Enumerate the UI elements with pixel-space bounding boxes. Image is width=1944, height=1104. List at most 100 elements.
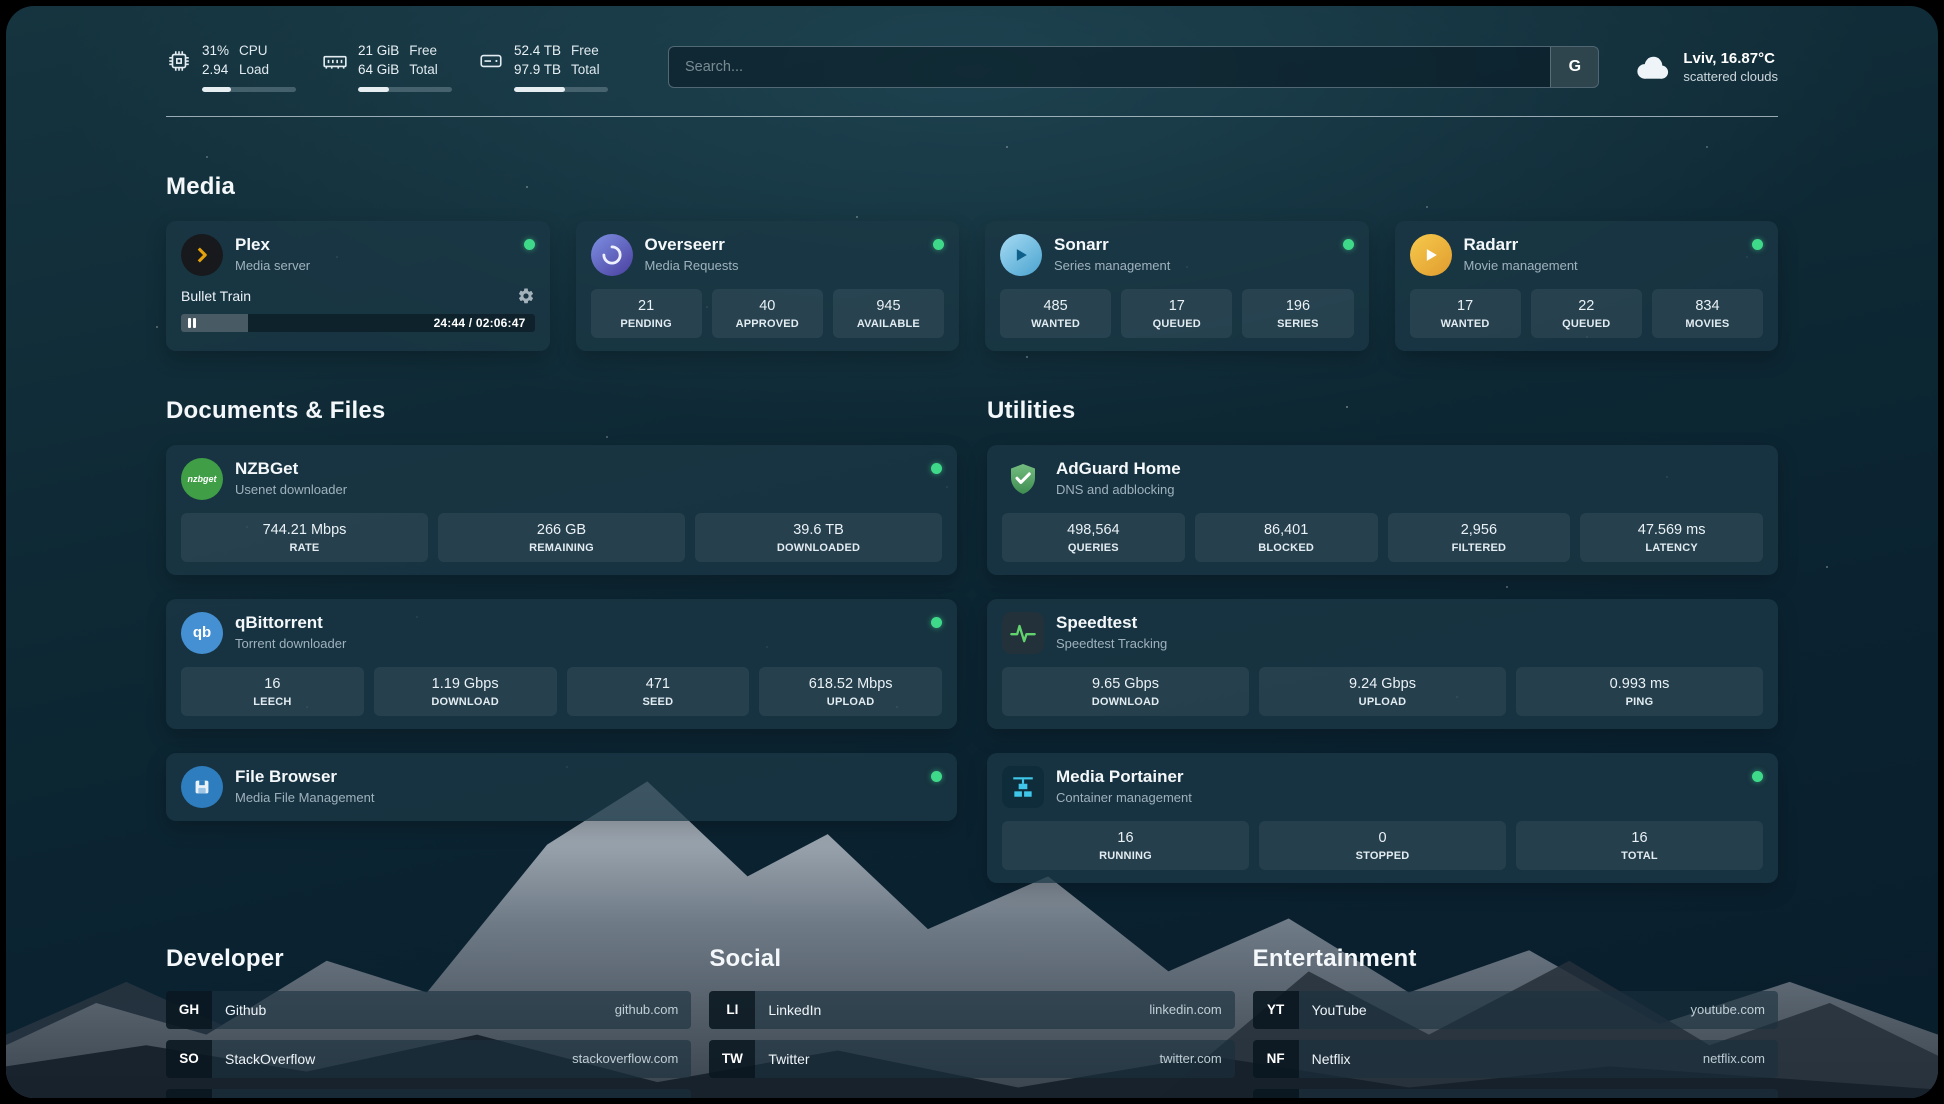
- bookmark-abbr: GH: [166, 991, 212, 1029]
- bookmark-url: netflix.com: [1703, 1051, 1765, 1066]
- app-name: qBittorrent: [235, 613, 919, 633]
- playback-progress-bar[interactable]: 24:44 / 02:06:47: [181, 314, 535, 332]
- qbittorrent-icon: qb: [181, 612, 223, 654]
- app-card-nzbget[interactable]: nzbget NZBGet Usenet downloader 744.21 M…: [166, 445, 957, 575]
- app-name: Overseerr: [645, 235, 922, 255]
- stat-download: 1.19 Gbps DOWNLOAD: [374, 667, 557, 716]
- bookmark-abbr: DT: [166, 1089, 212, 1098]
- app-card-speedtest[interactable]: Speedtest Speedtest Tracking 9.65 Gbps D…: [987, 599, 1778, 729]
- app-name: Speedtest: [1056, 613, 1763, 633]
- stat-wanted: 485 WANTED: [1000, 289, 1111, 338]
- gear-icon[interactable]: [517, 287, 535, 305]
- weather-condition: scattered clouds: [1683, 69, 1778, 84]
- weather-widget: Lviv, 16.87°C scattered clouds: [1633, 50, 1778, 84]
- bookmarks-area: Developer GH Github github.com SO StackO…: [166, 945, 1778, 1098]
- section-title-social: Social: [709, 945, 1234, 973]
- bookmark-dev[interactable]: DT DEV dev.to: [166, 1089, 691, 1098]
- cpu-progress-fill: [202, 87, 231, 92]
- disk-free-value: 52.4 TB: [514, 42, 561, 61]
- stat-filtered: 2,956 FILTERED: [1388, 513, 1571, 562]
- section-title-utilities: Utilities: [987, 397, 1778, 425]
- bookmark-linkedin[interactable]: LI LinkedIn linkedin.com: [709, 991, 1234, 1029]
- app-name: Sonarr: [1054, 235, 1331, 255]
- app-subtitle: Speedtest Tracking: [1056, 636, 1763, 651]
- bookmark-name: StackOverflow: [225, 1051, 315, 1067]
- cpu-widget: 31% 2.94 CPU Load: [166, 42, 296, 92]
- stat-upload: 9.24 Gbps UPLOAD: [1259, 667, 1506, 716]
- stat-latency: 47.569 ms LATENCY: [1580, 513, 1763, 562]
- sonarr-icon: [1000, 234, 1042, 276]
- app-subtitle: Series management: [1054, 258, 1331, 273]
- bookmark-url: stackoverflow.com: [572, 1051, 678, 1066]
- stat-queries: 498,564 QUERIES: [1002, 513, 1185, 562]
- nzbget-icon: nzbget: [181, 458, 223, 500]
- ram-progress-fill: [358, 87, 389, 92]
- stat-leech: 16 LEECH: [181, 667, 364, 716]
- status-online-dot: [1752, 771, 1763, 782]
- app-subtitle: Usenet downloader: [235, 482, 919, 497]
- disk-total-value: 97.9 TB: [514, 61, 561, 80]
- stat-total: 16 TOTAL: [1516, 821, 1763, 870]
- bookmark-abbr: SO: [166, 1040, 212, 1078]
- overseerr-icon: [591, 234, 633, 276]
- disk-total-label: Total: [571, 61, 600, 80]
- media-grid: Plex Media server Bullet Train 24:44 / 0…: [166, 221, 1778, 351]
- bookmark-name: Github: [225, 1002, 266, 1018]
- stat-upload: 618.52 Mbps UPLOAD: [759, 667, 942, 716]
- section-title-documents: Documents & Files: [166, 397, 957, 425]
- stat-available: 945 AVAILABLE: [833, 289, 944, 338]
- disk-free-label: Free: [571, 42, 600, 61]
- bookmark-group-entertainment: Entertainment YT YouTube youtube.com NF …: [1253, 945, 1778, 1098]
- stat-queued: 17 QUEUED: [1121, 289, 1232, 338]
- bookmark-github[interactable]: GH Github github.com: [166, 991, 691, 1029]
- status-online-dot: [931, 463, 942, 474]
- cpu-chip-icon: [166, 48, 192, 74]
- cloud-icon: [1633, 52, 1671, 82]
- bookmark-abbr: RE: [1253, 1089, 1299, 1098]
- ram-total-value: 64 GiB: [358, 61, 399, 80]
- cpu-load-label: Load: [239, 61, 269, 80]
- search-input[interactable]: [669, 47, 1550, 87]
- disk-progress-fill: [514, 87, 565, 92]
- bookmark-netflix[interactable]: NF Netflix netflix.com: [1253, 1040, 1778, 1078]
- app-card-radarr[interactable]: Radarr Movie management 17 WANTED 22 QUE…: [1395, 221, 1779, 351]
- speedtest-icon: [1002, 612, 1044, 654]
- cpu-label: CPU: [239, 42, 269, 61]
- stat-rate: 744.21 Mbps RATE: [181, 513, 428, 562]
- weather-location-temp: Lviv, 16.87°C: [1683, 50, 1778, 67]
- stat-running: 16 RUNNING: [1002, 821, 1249, 870]
- app-card-portainer[interactable]: Media Portainer Container management 16 …: [987, 753, 1778, 883]
- stat-stopped: 0 STOPPED: [1259, 821, 1506, 870]
- stat-downloaded: 39.6 TB DOWNLOADED: [695, 513, 942, 562]
- app-card-sonarr[interactable]: Sonarr Series management 485 WANTED 17 Q…: [985, 221, 1369, 351]
- search-engine-button[interactable]: G: [1550, 47, 1598, 87]
- app-name: Radarr: [1464, 235, 1741, 255]
- stat-movies: 834 MOVIES: [1652, 289, 1763, 338]
- stat-queued: 22 QUEUED: [1531, 289, 1642, 338]
- bookmark-twitter[interactable]: TW Twitter twitter.com: [709, 1040, 1234, 1078]
- top-bar: 31% 2.94 CPU Load: [166, 6, 1778, 92]
- app-card-qbittorrent[interactable]: qb qBittorrent Torrent downloader 16 LEE…: [166, 599, 957, 729]
- app-card-plex[interactable]: Plex Media server Bullet Train 24:44 / 0…: [166, 221, 550, 351]
- app-card-overseerr[interactable]: Overseerr Media Requests 21 PENDING 40 A…: [576, 221, 960, 351]
- status-online-dot: [931, 771, 942, 782]
- disk-icon: [478, 48, 504, 74]
- bookmark-youtube[interactable]: YT YouTube youtube.com: [1253, 991, 1778, 1029]
- documents-column: Documents & Files nzbget NZBGet Usenet d…: [166, 397, 957, 883]
- stat-download: 9.65 Gbps DOWNLOAD: [1002, 667, 1249, 716]
- bookmark-reddit[interactable]: RE Reddit reddit.com: [1253, 1089, 1778, 1098]
- pause-icon[interactable]: [188, 314, 196, 332]
- app-name: AdGuard Home: [1056, 459, 1763, 479]
- stat-approved: 40 APPROVED: [712, 289, 823, 338]
- bookmark-url: linkedin.com: [1149, 1002, 1221, 1017]
- search-bar: G: [668, 46, 1599, 88]
- stat-wanted: 17 WANTED: [1410, 289, 1521, 338]
- app-card-filebrowser[interactable]: File Browser Media File Management: [166, 753, 957, 821]
- utilities-column: Utilities: [987, 397, 1778, 883]
- app-name: NZBGet: [235, 459, 919, 479]
- bookmark-stackoverflow[interactable]: SO StackOverflow stackoverflow.com: [166, 1040, 691, 1078]
- now-playing-title: Bullet Train: [181, 288, 251, 304]
- bookmark-name: LinkedIn: [768, 1002, 821, 1018]
- status-online-dot: [524, 239, 535, 250]
- app-card-adguard[interactable]: AdGuard Home DNS and adblocking 498,564 …: [987, 445, 1778, 575]
